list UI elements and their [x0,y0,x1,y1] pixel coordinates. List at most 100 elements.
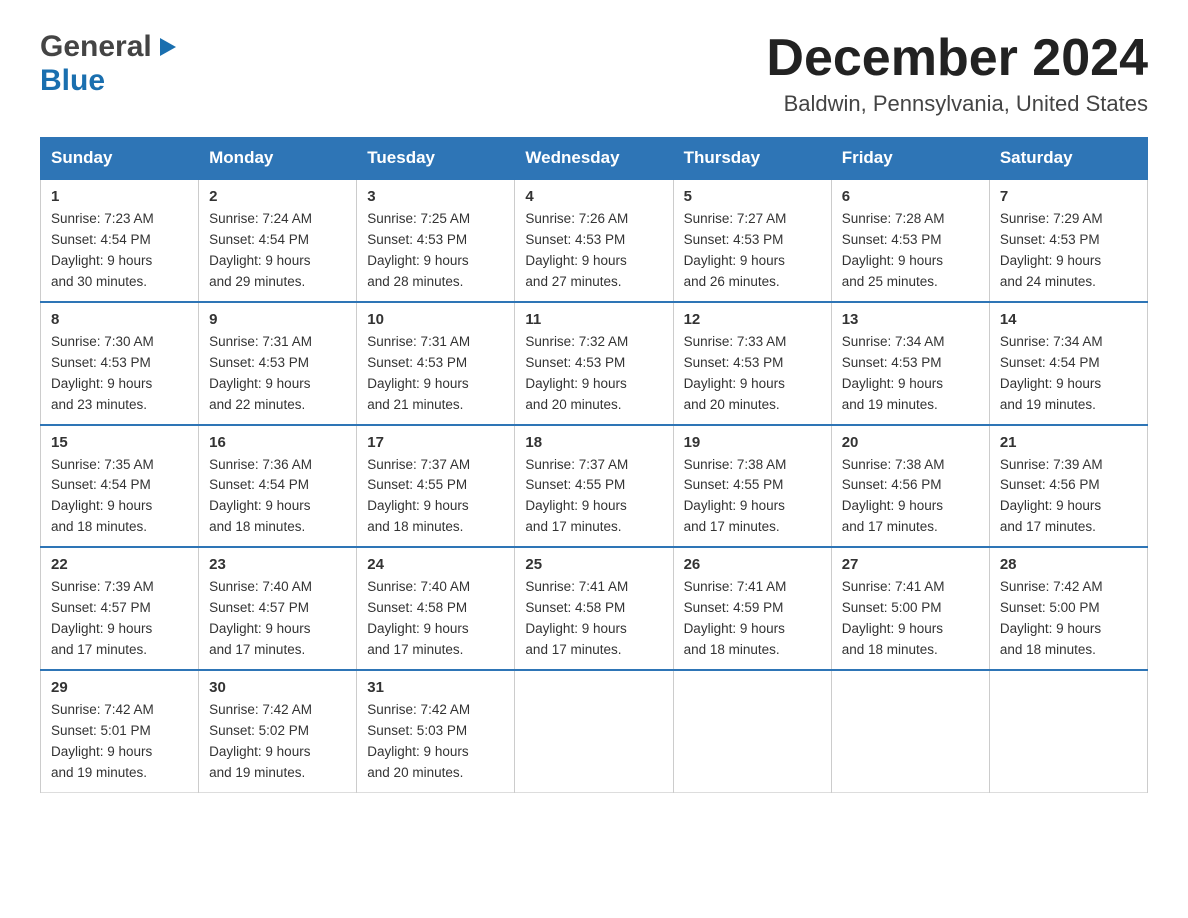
day-number: 13 [842,311,979,328]
location-title: Baldwin, Pennsylvania, United States [766,91,1148,117]
day-number: 19 [684,434,821,451]
day-info: Sunrise: 7:33 AMSunset: 4:53 PMDaylight:… [684,334,787,412]
week-row-3: 15 Sunrise: 7:35 AMSunset: 4:54 PMDayligh… [41,425,1148,548]
logo: General Blue [40,30,180,98]
day-cell: 26Sunrise: 7:41 AMSunset: 4:59 PMDayligh… [673,547,831,670]
calendar-table: SundayMondayTuesdayWednesdayThursdayFrid… [40,137,1148,792]
day-info: Sunrise: 7:37 AMSunset: 4:55 PMDaylight:… [367,457,470,535]
day-number: 10 [367,311,504,328]
day-info: Sunrise: 7:40 AMSunset: 4:58 PMDaylight:… [367,579,470,657]
day-info: Sunrise: 7:42 AMSunset: 5:02 PMDaylight:… [209,702,312,780]
day-cell: 19 Sunrise: 7:38 AMSunset: 4:55 PMDayligh… [673,425,831,548]
day-cell [831,670,989,792]
day-info: Sunrise: 7:35 AMSunset: 4:54 PMDaylight:… [51,457,154,535]
day-cell: 22Sunrise: 7:39 AMSunset: 4:57 PMDayligh… [41,547,199,670]
header-wednesday: Wednesday [515,138,673,180]
day-cell: 18Sunrise: 7:37 AMSunset: 4:55 PMDayligh… [515,425,673,548]
day-cell: 20 Sunrise: 7:38 AMSunset: 4:56 PMDayligh… [831,425,989,548]
day-info: Sunrise: 7:34 AMSunset: 4:53 PMDaylight:… [842,334,945,412]
header-monday: Monday [199,138,357,180]
day-number: 3 [367,188,504,205]
day-info: Sunrise: 7:42 AMSunset: 5:03 PMDaylight:… [367,702,470,780]
day-cell: 31 Sunrise: 7:42 AMSunset: 5:03 PMDayligh… [357,670,515,792]
day-number: 15 [51,434,188,451]
day-cell: 29 Sunrise: 7:42 AMSunset: 5:01 PMDayligh… [41,670,199,792]
day-cell: 21Sunrise: 7:39 AMSunset: 4:56 PMDayligh… [989,425,1147,548]
day-number: 8 [51,311,188,328]
day-info: Sunrise: 7:28 AMSunset: 4:53 PMDaylight:… [842,211,945,289]
day-number: 2 [209,188,346,205]
day-number: 26 [684,556,821,573]
day-number: 25 [525,556,662,573]
day-number: 11 [525,311,662,328]
day-cell: 5 Sunrise: 7:27 AMSunset: 4:53 PMDaylight… [673,179,831,302]
day-cell: 14Sunrise: 7:34 AMSunset: 4:54 PMDayligh… [989,302,1147,425]
day-info: Sunrise: 7:30 AMSunset: 4:53 PMDaylight:… [51,334,154,412]
week-row-5: 29 Sunrise: 7:42 AMSunset: 5:01 PMDayligh… [41,670,1148,792]
day-cell: 13 Sunrise: 7:34 AMSunset: 4:53 PMDayligh… [831,302,989,425]
day-number: 31 [367,679,504,696]
header-tuesday: Tuesday [357,138,515,180]
header-friday: Friday [831,138,989,180]
day-info: Sunrise: 7:31 AMSunset: 4:53 PMDaylight:… [367,334,470,412]
day-info: Sunrise: 7:38 AMSunset: 4:55 PMDaylight:… [684,457,787,535]
day-number: 7 [1000,188,1137,205]
page-header: General Blue December 2024 Baldwin, Penn… [40,30,1148,117]
month-title: December 2024 [766,30,1148,87]
day-info: Sunrise: 7:42 AMSunset: 5:00 PMDaylight:… [1000,579,1103,657]
header-sunday: Sunday [41,138,199,180]
day-cell: 7 Sunrise: 7:29 AMSunset: 4:53 PMDaylight… [989,179,1147,302]
day-number: 21 [1000,434,1137,451]
header-saturday: Saturday [989,138,1147,180]
week-row-4: 22Sunrise: 7:39 AMSunset: 4:57 PMDayligh… [41,547,1148,670]
day-number: 12 [684,311,821,328]
day-info: Sunrise: 7:34 AMSunset: 4:54 PMDaylight:… [1000,334,1103,412]
day-cell: 30 Sunrise: 7:42 AMSunset: 5:02 PMDayligh… [199,670,357,792]
day-number: 29 [51,679,188,696]
day-cell [673,670,831,792]
day-number: 9 [209,311,346,328]
day-cell: 8 Sunrise: 7:30 AMSunset: 4:53 PMDaylight… [41,302,199,425]
day-number: 17 [367,434,504,451]
day-number: 27 [842,556,979,573]
day-info: Sunrise: 7:24 AMSunset: 4:54 PMDaylight:… [209,211,312,289]
day-info: Sunrise: 7:41 AMSunset: 5:00 PMDaylight:… [842,579,945,657]
day-number: 30 [209,679,346,696]
day-cell: 23Sunrise: 7:40 AMSunset: 4:57 PMDayligh… [199,547,357,670]
day-info: Sunrise: 7:23 AMSunset: 4:54 PMDaylight:… [51,211,154,289]
day-info: Sunrise: 7:38 AMSunset: 4:56 PMDaylight:… [842,457,945,535]
day-number: 20 [842,434,979,451]
day-cell [515,670,673,792]
day-cell: 25 Sunrise: 7:41 AMSunset: 4:58 PMDayligh… [515,547,673,670]
day-info: Sunrise: 7:27 AMSunset: 4:53 PMDaylight:… [684,211,787,289]
day-cell: 16Sunrise: 7:36 AMSunset: 4:54 PMDayligh… [199,425,357,548]
day-number: 1 [51,188,188,205]
day-cell: 2 Sunrise: 7:24 AMSunset: 4:54 PMDaylight… [199,179,357,302]
day-cell: 11 Sunrise: 7:32 AMSunset: 4:53 PMDayligh… [515,302,673,425]
day-cell: 28 Sunrise: 7:42 AMSunset: 5:00 PMDayligh… [989,547,1147,670]
day-number: 18 [525,434,662,451]
day-number: 6 [842,188,979,205]
day-number: 24 [367,556,504,573]
day-info: Sunrise: 7:39 AMSunset: 4:57 PMDaylight:… [51,579,154,657]
day-cell: 10 Sunrise: 7:31 AMSunset: 4:53 PMDayligh… [357,302,515,425]
day-cell: 6 Sunrise: 7:28 AMSunset: 4:53 PMDaylight… [831,179,989,302]
day-info: Sunrise: 7:41 AMSunset: 4:58 PMDaylight:… [525,579,628,657]
day-cell: 24 Sunrise: 7:40 AMSunset: 4:58 PMDayligh… [357,547,515,670]
day-info: Sunrise: 7:40 AMSunset: 4:57 PMDaylight:… [209,579,312,657]
day-cell: 27 Sunrise: 7:41 AMSunset: 5:00 PMDayligh… [831,547,989,670]
day-cell [989,670,1147,792]
title-area: December 2024 Baldwin, Pennsylvania, Uni… [766,30,1148,117]
logo-flag-icon [156,36,180,58]
day-number: 5 [684,188,821,205]
day-info: Sunrise: 7:29 AMSunset: 4:53 PMDaylight:… [1000,211,1103,289]
calendar-header-row: SundayMondayTuesdayWednesdayThursdayFrid… [41,138,1148,180]
day-cell: 15 Sunrise: 7:35 AMSunset: 4:54 PMDayligh… [41,425,199,548]
day-info: Sunrise: 7:32 AMSunset: 4:53 PMDaylight:… [525,334,628,412]
week-row-1: 1 Sunrise: 7:23 AMSunset: 4:54 PMDaylight… [41,179,1148,302]
day-info: Sunrise: 7:42 AMSunset: 5:01 PMDaylight:… [51,702,154,780]
day-cell: 4Sunrise: 7:26 AMSunset: 4:53 PMDaylight… [515,179,673,302]
day-number: 28 [1000,556,1137,573]
day-info: Sunrise: 7:25 AMSunset: 4:53 PMDaylight:… [367,211,470,289]
week-row-2: 8 Sunrise: 7:30 AMSunset: 4:53 PMDaylight… [41,302,1148,425]
